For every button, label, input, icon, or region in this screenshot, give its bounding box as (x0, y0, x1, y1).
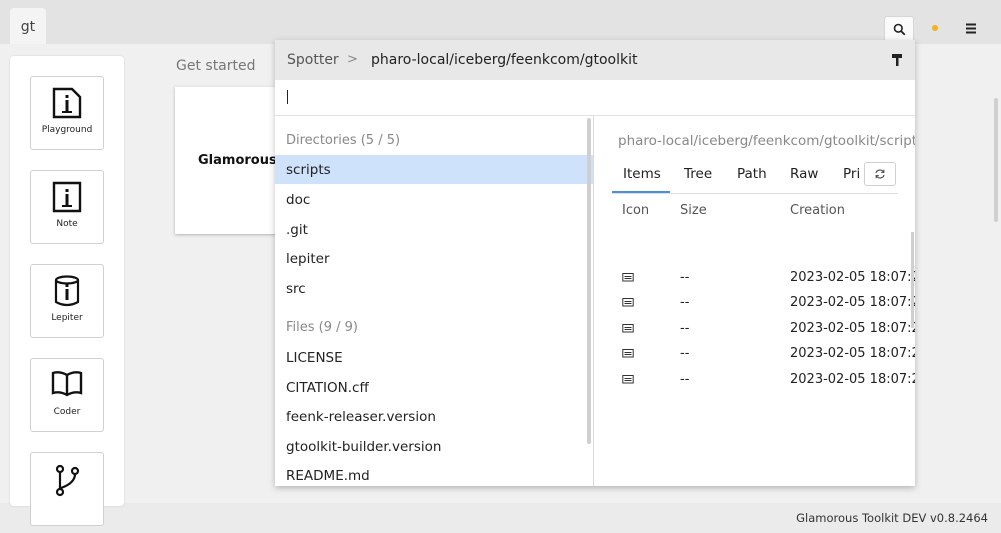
table-row[interactable]: -- 2023-02-05 18:07:2 (612, 368, 915, 393)
tab-items[interactable]: Items (623, 166, 661, 182)
text-caret (287, 90, 288, 104)
coder-button[interactable]: Coder (30, 358, 104, 432)
status-dot (932, 25, 938, 31)
list-item-label: feenk-releaser.version (286, 408, 436, 425)
tab-tree[interactable]: Tree (684, 166, 712, 182)
table-row[interactable]: -- 2023-02-05 18:07:2 (612, 342, 915, 367)
breadcrumb-separator: > (347, 52, 358, 67)
cell-creation: 2023-02-05 18:07:2 (790, 270, 915, 285)
cell-size: -- (680, 372, 690, 387)
playground-button[interactable]: Playground (30, 76, 104, 150)
list-item[interactable]: gtoolkit-builder.version (275, 432, 593, 461)
list-item[interactable]: src (275, 274, 593, 303)
table-row[interactable]: -- 2023-02-05 18:07:2 (612, 266, 915, 291)
gt-tab-label: gt (20, 18, 36, 35)
preview-pane: pharo-local/iceberg/feenkcom/gtoolkit/sc… (594, 116, 915, 486)
refresh-button[interactable] (864, 162, 896, 186)
cell-creation: 2023-02-05 18:07:2 (790, 295, 915, 310)
list-item-label: .git (286, 221, 308, 238)
tab-path[interactable]: Path (737, 166, 767, 182)
table-row[interactable]: -- 2023-02-05 18:07:2 (612, 291, 915, 316)
main-scrollbar[interactable] (994, 98, 998, 222)
get-started-card[interactable]: Glamorous T (175, 87, 290, 234)
file-icon (622, 375, 634, 384)
coder-label: Coder (53, 407, 81, 417)
spotter-title[interactable]: Spotter (287, 52, 339, 68)
file-icon (622, 349, 634, 358)
tabs-divider (612, 193, 898, 194)
column-header-icon[interactable]: Icon (622, 203, 649, 218)
spotter-path[interactable]: pharo-local/iceberg/feenkcom/gtoolkit (371, 52, 637, 68)
cell-size: -- (680, 295, 690, 310)
top-bar (0, 0, 1001, 44)
list-item-label: src (286, 280, 306, 297)
note-button[interactable]: Note (30, 170, 104, 244)
list-item[interactable]: CITATION.cff (275, 373, 593, 402)
list-item[interactable]: scripts (275, 155, 593, 184)
results-list: Directories (5 / 5) scripts doc .git lep… (275, 116, 593, 486)
lepiter-icon (54, 275, 80, 307)
git-branch-icon (55, 464, 80, 497)
table-row[interactable]: -- 2023-02-05 18:07:2 (612, 317, 915, 342)
note-label: Note (56, 219, 78, 229)
file-icon (622, 324, 634, 333)
cell-size: -- (680, 346, 690, 361)
list-item[interactable]: lepiter (275, 244, 593, 273)
hammer-button[interactable] (891, 52, 903, 71)
spotter-popup: Spotter > pharo-local/iceberg/feenkcom/g… (275, 40, 915, 486)
tab-print[interactable]: Pri (843, 166, 860, 182)
results-scrollbar[interactable] (587, 118, 591, 444)
list-item[interactable]: README.md (275, 461, 593, 486)
preview-path: pharo-local/iceberg/feenkcom/gtoolkit/sc… (618, 133, 915, 149)
list-item[interactable]: .git (275, 215, 593, 244)
hammer-icon (892, 54, 902, 66)
version-label: Glamorous Toolkit DEV v0.8.2464 (796, 511, 988, 525)
refresh-icon (875, 169, 885, 179)
list-item-label: doc (286, 191, 311, 208)
column-header-size[interactable]: Size (680, 203, 707, 218)
search-icon (893, 23, 905, 35)
gt-tab[interactable]: gt (10, 8, 46, 45)
note-icon (52, 181, 82, 213)
lepiter-button[interactable]: Lepiter (30, 264, 104, 338)
list-item-label: scripts (286, 161, 331, 178)
list-item-label: LICENSE (286, 349, 343, 366)
sidebar: Playground Note Lepiter Coder (10, 56, 124, 526)
list-item[interactable]: LICENSE (275, 343, 593, 372)
lepiter-label: Lepiter (51, 313, 83, 323)
cell-creation: 2023-02-05 18:07:2 (790, 321, 915, 336)
playground-icon (52, 87, 82, 119)
column-header-creation[interactable]: Creation (790, 203, 845, 218)
playground-label: Playground (41, 125, 93, 135)
file-icon (622, 273, 634, 282)
list-item-label: gtoolkit-builder.version (286, 438, 442, 455)
preview-scrollbar[interactable] (911, 232, 914, 328)
list-item[interactable]: feenk-releaser.version (275, 402, 593, 431)
get-started-title: Get started (176, 58, 256, 74)
cell-size: -- (680, 270, 690, 285)
menu-button[interactable] (962, 20, 980, 36)
cell-size: -- (680, 321, 690, 336)
file-icon (622, 298, 634, 307)
files-header: Files (9 / 9) (286, 320, 358, 335)
cell-creation: 2023-02-05 18:07:2 (790, 346, 915, 361)
spotter-search-input[interactable] (275, 80, 915, 116)
hamburger-icon (966, 23, 976, 33)
list-item-label: README.md (286, 467, 370, 484)
book-icon (51, 371, 83, 397)
tab-raw[interactable]: Raw (790, 166, 818, 182)
list-item-label: lepiter (286, 250, 330, 267)
directories-header: Directories (5 / 5) (286, 133, 401, 148)
cell-creation: 2023-02-05 18:07:2 (790, 372, 915, 387)
list-item-label: CITATION.cff (286, 379, 369, 396)
git-button[interactable] (30, 452, 104, 526)
search-button[interactable] (884, 16, 914, 42)
list-item[interactable]: doc (275, 185, 593, 214)
